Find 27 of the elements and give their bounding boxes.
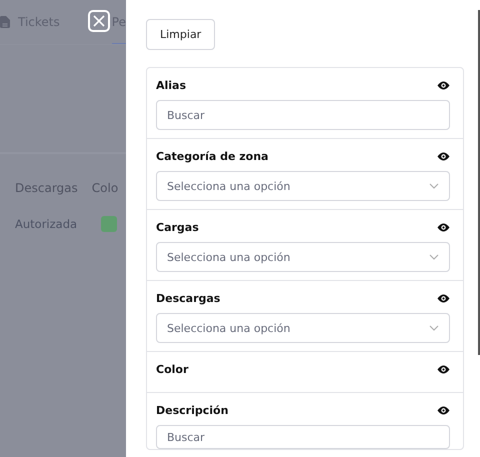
field-label: Categoría de zona: [156, 150, 268, 162]
clear-button[interactable]: Limpiar: [146, 19, 216, 50]
chevron-down-icon: [429, 254, 439, 260]
chevron-down-icon: [429, 325, 439, 331]
field-label: Descargas: [156, 292, 220, 304]
select-field[interactable]: Selecciona una opción: [156, 313, 450, 343]
eye-icon[interactable]: [437, 80, 450, 90]
eye-icon[interactable]: [437, 152, 450, 160]
close-icon: [93, 15, 105, 27]
eye-icon[interactable]: [437, 406, 450, 414]
input-field[interactable]: Buscar: [156, 425, 450, 449]
eye-icon[interactable]: [437, 294, 450, 302]
column-header: Descargas: [15, 181, 78, 195]
field-label: Alias: [156, 78, 186, 92]
close-button[interactable]: [88, 10, 110, 32]
eye-icon[interactable]: [437, 222, 450, 232]
field-label: Color: [156, 362, 188, 376]
chevron-down-icon: [429, 183, 439, 189]
eye-icon[interactable]: [437, 364, 450, 374]
scrollbar[interactable]: [478, 10, 480, 355]
field-label: Cargas: [156, 220, 199, 234]
column-header: Colo: [92, 181, 118, 195]
table-cell: Autorizada: [15, 217, 78, 231]
input-field[interactable]: Buscar: [156, 100, 450, 130]
select-field[interactable]: Selecciona una opción: [156, 171, 450, 201]
field-label: Descripción: [156, 404, 228, 416]
select-field[interactable]: Selecciona una opción: [156, 242, 450, 272]
